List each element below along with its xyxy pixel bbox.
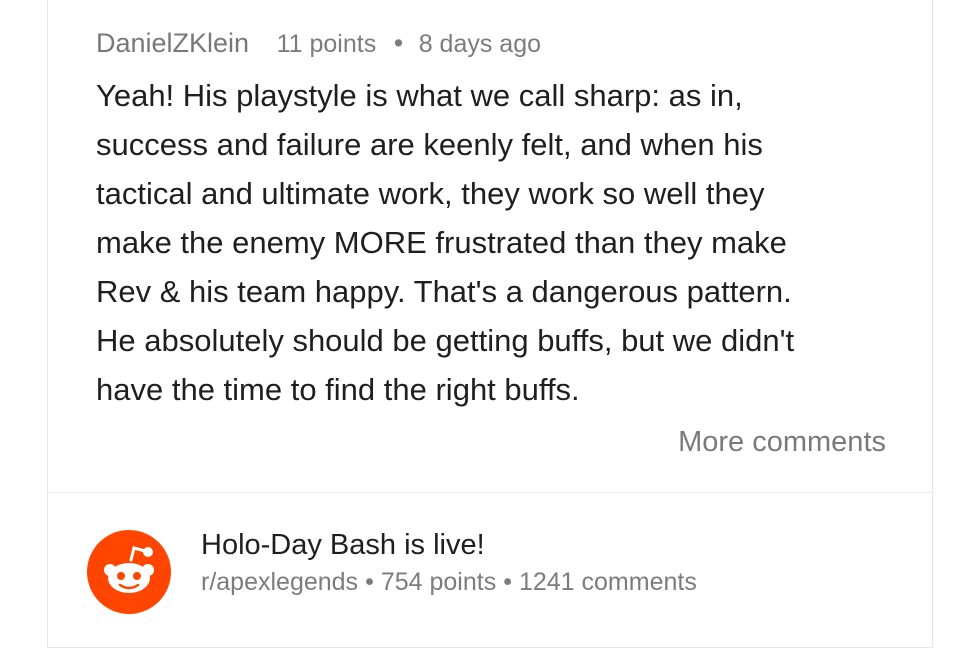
comment-body: Yeah! His playstyle is what we call shar… bbox=[96, 71, 896, 414]
meta-separator: • bbox=[393, 28, 404, 58]
comment-line: have the time to find the right buffs. bbox=[96, 372, 580, 407]
comment-card: DanielZKlein 11 points • 8 days ago Yeah… bbox=[47, 0, 933, 648]
reddit-snoo-icon bbox=[87, 530, 171, 614]
comment-line: make the enemy MORE frustrated than they… bbox=[96, 225, 787, 260]
post-meta: r/apexlegends • 754 points • 1241 comments bbox=[201, 568, 697, 597]
comment-line: He absolutely should be getting buffs, b… bbox=[96, 323, 795, 358]
comment-author[interactable]: DanielZKlein bbox=[96, 28, 249, 58]
post-points: 754 points bbox=[380, 568, 497, 596]
comment-line: Yeah! His playstyle is what we call shar… bbox=[96, 78, 743, 113]
comment-points: 11 points bbox=[276, 30, 377, 58]
post-comment-count: 1241 comments bbox=[518, 568, 697, 596]
more-comments-link[interactable]: More comments bbox=[678, 426, 886, 459]
comment-meta: DanielZKlein 11 points • 8 days ago bbox=[96, 28, 896, 59]
comment: DanielZKlein 11 points • 8 days ago Yeah… bbox=[96, 28, 896, 414]
subreddit-link[interactable]: r/apexlegends bbox=[201, 568, 358, 596]
meta-separator: • bbox=[365, 568, 374, 596]
comment-age: 8 days ago bbox=[418, 30, 542, 58]
post-title[interactable]: Holo-Day Bash is live! bbox=[201, 529, 485, 562]
post-link-row[interactable]: Holo-Day Bash is live! r/apexlegends • 754… bbox=[48, 493, 932, 648]
comment-line: Rev & his team happy. That's a dangerous… bbox=[96, 274, 792, 309]
comment-line: tactical and ultimate work, they work so… bbox=[96, 176, 765, 211]
comment-line: success and failure are keenly felt, and… bbox=[96, 127, 763, 162]
meta-separator: • bbox=[503, 568, 512, 596]
